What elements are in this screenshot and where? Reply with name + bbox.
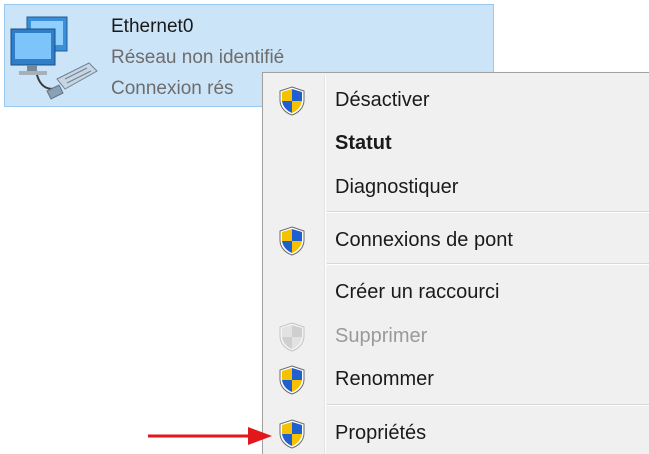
- menu-separator: [327, 263, 649, 265]
- menu-item-proprietes[interactable]: Propriétés: [265, 413, 649, 453]
- menu-item-desactiver[interactable]: Désactiver: [265, 80, 649, 120]
- uac-shield-icon: [279, 419, 305, 449]
- red-arrow-icon: [148, 427, 272, 445]
- adapter-name: Ethernet0: [111, 16, 194, 37]
- menu-item-label: Diagnostiquer: [335, 176, 459, 198]
- menu-item-label: Propriétés: [335, 422, 427, 444]
- menu-item-diagnostiquer[interactable]: Diagnostiquer: [265, 167, 649, 207]
- menu-separator: [327, 404, 649, 406]
- adapter-status: Réseau non identifié: [111, 47, 285, 68]
- network-adapter-icon: [10, 16, 98, 100]
- menu-separator: [327, 211, 649, 213]
- uac-shield-disabled-icon: [279, 322, 305, 352]
- uac-shield-icon: [279, 365, 305, 395]
- menu-item-connexions-de-pont[interactable]: Connexions de pont: [265, 220, 649, 260]
- menu-item-supprimer[interactable]: Supprimer: [265, 316, 649, 356]
- menu-item-creer-un-raccourci[interactable]: Créer un raccourci: [265, 272, 649, 312]
- adapter-connection: Connexion rés: [111, 78, 234, 99]
- menu-item-label: Supprimer: [335, 325, 428, 347]
- uac-shield-icon: [279, 86, 305, 116]
- menu-item-label: Connexions de pont: [335, 229, 513, 251]
- menu-item-statut[interactable]: Statut: [265, 123, 649, 163]
- uac-shield-icon: [279, 226, 305, 256]
- context-menu: Désactiver Statut Diagnostiquer Connexio…: [262, 72, 649, 454]
- menu-item-label: Désactiver: [335, 89, 430, 111]
- adapter-text: Ethernet0 Réseau non identifié Connexion…: [111, 11, 284, 104]
- menu-item-label: Statut: [335, 132, 392, 154]
- menu-item-label: Créer un raccourci: [335, 281, 500, 303]
- menu-item-label: Renommer: [335, 368, 434, 390]
- menu-item-renommer[interactable]: Renommer: [265, 359, 649, 399]
- screen: Ethernet0 Réseau non identifié Connexion…: [0, 0, 649, 454]
